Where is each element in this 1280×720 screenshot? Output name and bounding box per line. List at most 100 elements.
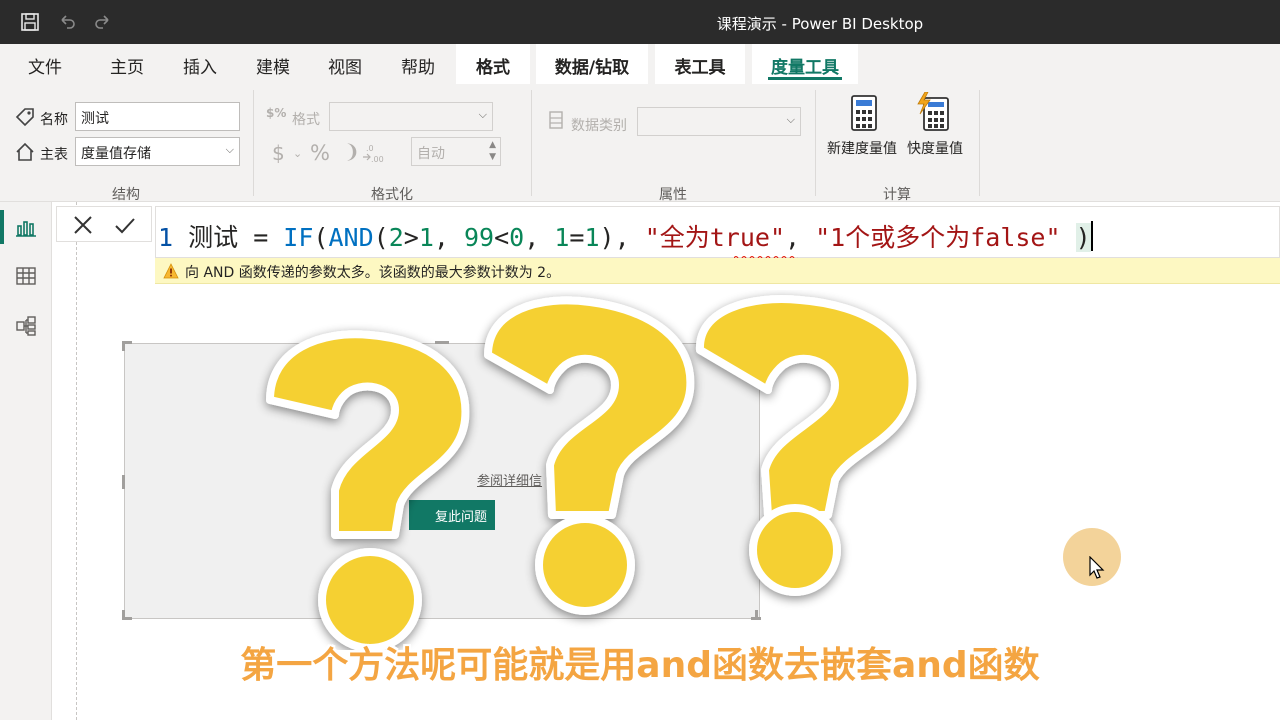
group-separator: [979, 90, 980, 196]
ribbon: 名称 测试 主表 度量值存储 ⌵ 结构 $% 格式 ⌵ $ ⌄ % ❩ .0.0…: [0, 84, 1280, 203]
paren-open: (: [373, 223, 389, 252]
operator-eq: =: [238, 223, 284, 252]
error-banner: 向 AND 函数传递的参数太多。该函数的最大参数计数为 2。: [155, 258, 1280, 284]
number: 2: [388, 223, 404, 252]
fn-and: AND: [328, 223, 374, 252]
operator-eq: =: [569, 223, 585, 252]
group-label-calculations: 计算: [883, 187, 911, 203]
percent-button[interactable]: %: [310, 141, 330, 165]
operator-lt: <: [494, 223, 510, 252]
chevron-down-icon: ⌵: [478, 108, 487, 121]
tab-home[interactable]: 主页: [110, 53, 144, 83]
string-false: "1个或多个为false": [815, 223, 1061, 252]
commit-formula-icon[interactable]: [113, 213, 137, 237]
name-label: 名称: [40, 112, 68, 128]
group-separator: [253, 90, 254, 196]
ribbon-tabs: 文件 主页 插入 建模 视图 帮助 格式 数据/钻取 表工具 度量工具: [0, 44, 1280, 84]
format-select[interactable]: ⌵: [329, 102, 493, 131]
tab-help[interactable]: 帮助: [401, 53, 435, 83]
group-separator: [531, 90, 532, 196]
calculator-icon: [850, 94, 878, 132]
group-label-structure: 结构: [112, 187, 140, 203]
text-cursor: [1090, 221, 1093, 251]
question-mark-icon: [266, 330, 470, 650]
formula-editor[interactable]: 1 测试 = IF(AND(2>1, 99<0, 1=1), "全为true",…: [155, 206, 1280, 259]
chevron-down-icon: ⌵: [786, 113, 795, 126]
decimal-value: 自动: [417, 146, 445, 162]
comma: ,: [785, 223, 816, 252]
home-table-value: 度量值存储: [81, 146, 151, 162]
string-true: "全为true": [644, 223, 785, 252]
quick-calculator-icon: [916, 91, 952, 132]
chevron-down-icon: ⌄: [293, 147, 303, 160]
paren-open: (: [313, 223, 329, 252]
line-number: 1: [158, 223, 174, 252]
tab-file[interactable]: 文件: [28, 53, 62, 83]
tab-measure-tools[interactable]: 度量工具: [752, 44, 858, 84]
new-measure-label: 新建度量值: [827, 141, 897, 157]
tab-table-tools[interactable]: 表工具: [655, 44, 745, 84]
resize-handle[interactable]: [122, 341, 125, 351]
currency-button[interactable]: $: [272, 141, 285, 165]
group-label-properties: 属性: [659, 187, 687, 203]
resize-handle[interactable]: [122, 475, 125, 489]
group-separator: [815, 90, 816, 196]
active-tab-underline: [768, 77, 842, 80]
home-table-select[interactable]: 度量值存储 ⌵: [75, 137, 240, 166]
model-view-icon[interactable]: [14, 314, 38, 338]
paren-close: ): [599, 223, 615, 252]
number: 1: [554, 223, 570, 252]
tag-icon: [14, 106, 36, 128]
question-mark-icon: [695, 295, 917, 596]
question-mark-icon: [484, 296, 695, 615]
comma-button[interactable]: ❩: [344, 141, 360, 163]
window-title: 课程演示 - Power BI Desktop: [716, 15, 924, 33]
resize-handle[interactable]: [122, 617, 132, 620]
paren-close-matched: ): [1075, 223, 1091, 252]
comma: ,: [433, 223, 464, 252]
tab-data-drill[interactable]: 数据/钻取: [536, 44, 648, 84]
report-view-icon[interactable]: [14, 216, 38, 240]
active-view-indicator: [0, 210, 4, 244]
data-category-select[interactable]: ⌵: [637, 107, 801, 136]
tab-insert[interactable]: 插入: [183, 53, 217, 83]
formula-code[interactable]: 1 测试 = IF(AND(2>1, 99<0, 1=1), "全为true",…: [158, 218, 1093, 254]
number: 1: [418, 223, 434, 252]
video-subtitle: 第一个方法呢可能就是用and函数去嵌套and函数: [240, 645, 1040, 686]
number: 0: [509, 223, 525, 252]
comma: ,: [614, 223, 645, 252]
quick-measure-label: 快度量值: [907, 141, 963, 157]
decimal-places-icon[interactable]: .0.00: [362, 142, 388, 164]
mouse-pointer-icon: [1089, 556, 1105, 579]
operator-gt: >: [403, 223, 419, 252]
data-category-label: 数据类别: [571, 118, 627, 134]
format-label: 格式: [292, 112, 320, 128]
fn-if: IF: [283, 223, 314, 252]
home-table-label: 主表: [40, 147, 68, 163]
data-view-icon[interactable]: [14, 264, 38, 288]
svg-text:.0: .0: [366, 144, 374, 153]
home-icon: [14, 141, 36, 163]
stepper-arrows-icon: ▲ ▼: [489, 140, 496, 162]
format-icon: $%: [266, 106, 287, 120]
tab-measure-tools-label: 度量工具: [771, 58, 839, 78]
quick-measure-button[interactable]: 快度量值: [906, 90, 972, 170]
number: 1: [584, 223, 600, 252]
tab-format[interactable]: 格式: [456, 44, 530, 84]
comma: ,: [524, 223, 555, 252]
formula-buttons: [56, 206, 152, 242]
title-bar: 课程演示 - Power BI Desktop: [0, 0, 1280, 44]
svg-text:.00: .00: [371, 155, 384, 164]
new-measure-button[interactable]: 新建度量值: [826, 90, 904, 170]
decimal-stepper[interactable]: 自动 ▲ ▼: [411, 137, 501, 166]
measure-name: 测试: [188, 223, 239, 252]
chevron-down-icon: ⌵: [225, 143, 234, 156]
cancel-formula-icon[interactable]: [71, 213, 95, 237]
tab-modeling[interactable]: 建模: [256, 53, 290, 83]
number: 99: [463, 223, 495, 252]
tab-view[interactable]: 视图: [328, 53, 362, 83]
warning-icon: [163, 263, 179, 279]
question-marks-overlay: [266, 295, 917, 650]
data-category-icon: [548, 110, 564, 130]
name-input[interactable]: 测试: [75, 102, 240, 131]
